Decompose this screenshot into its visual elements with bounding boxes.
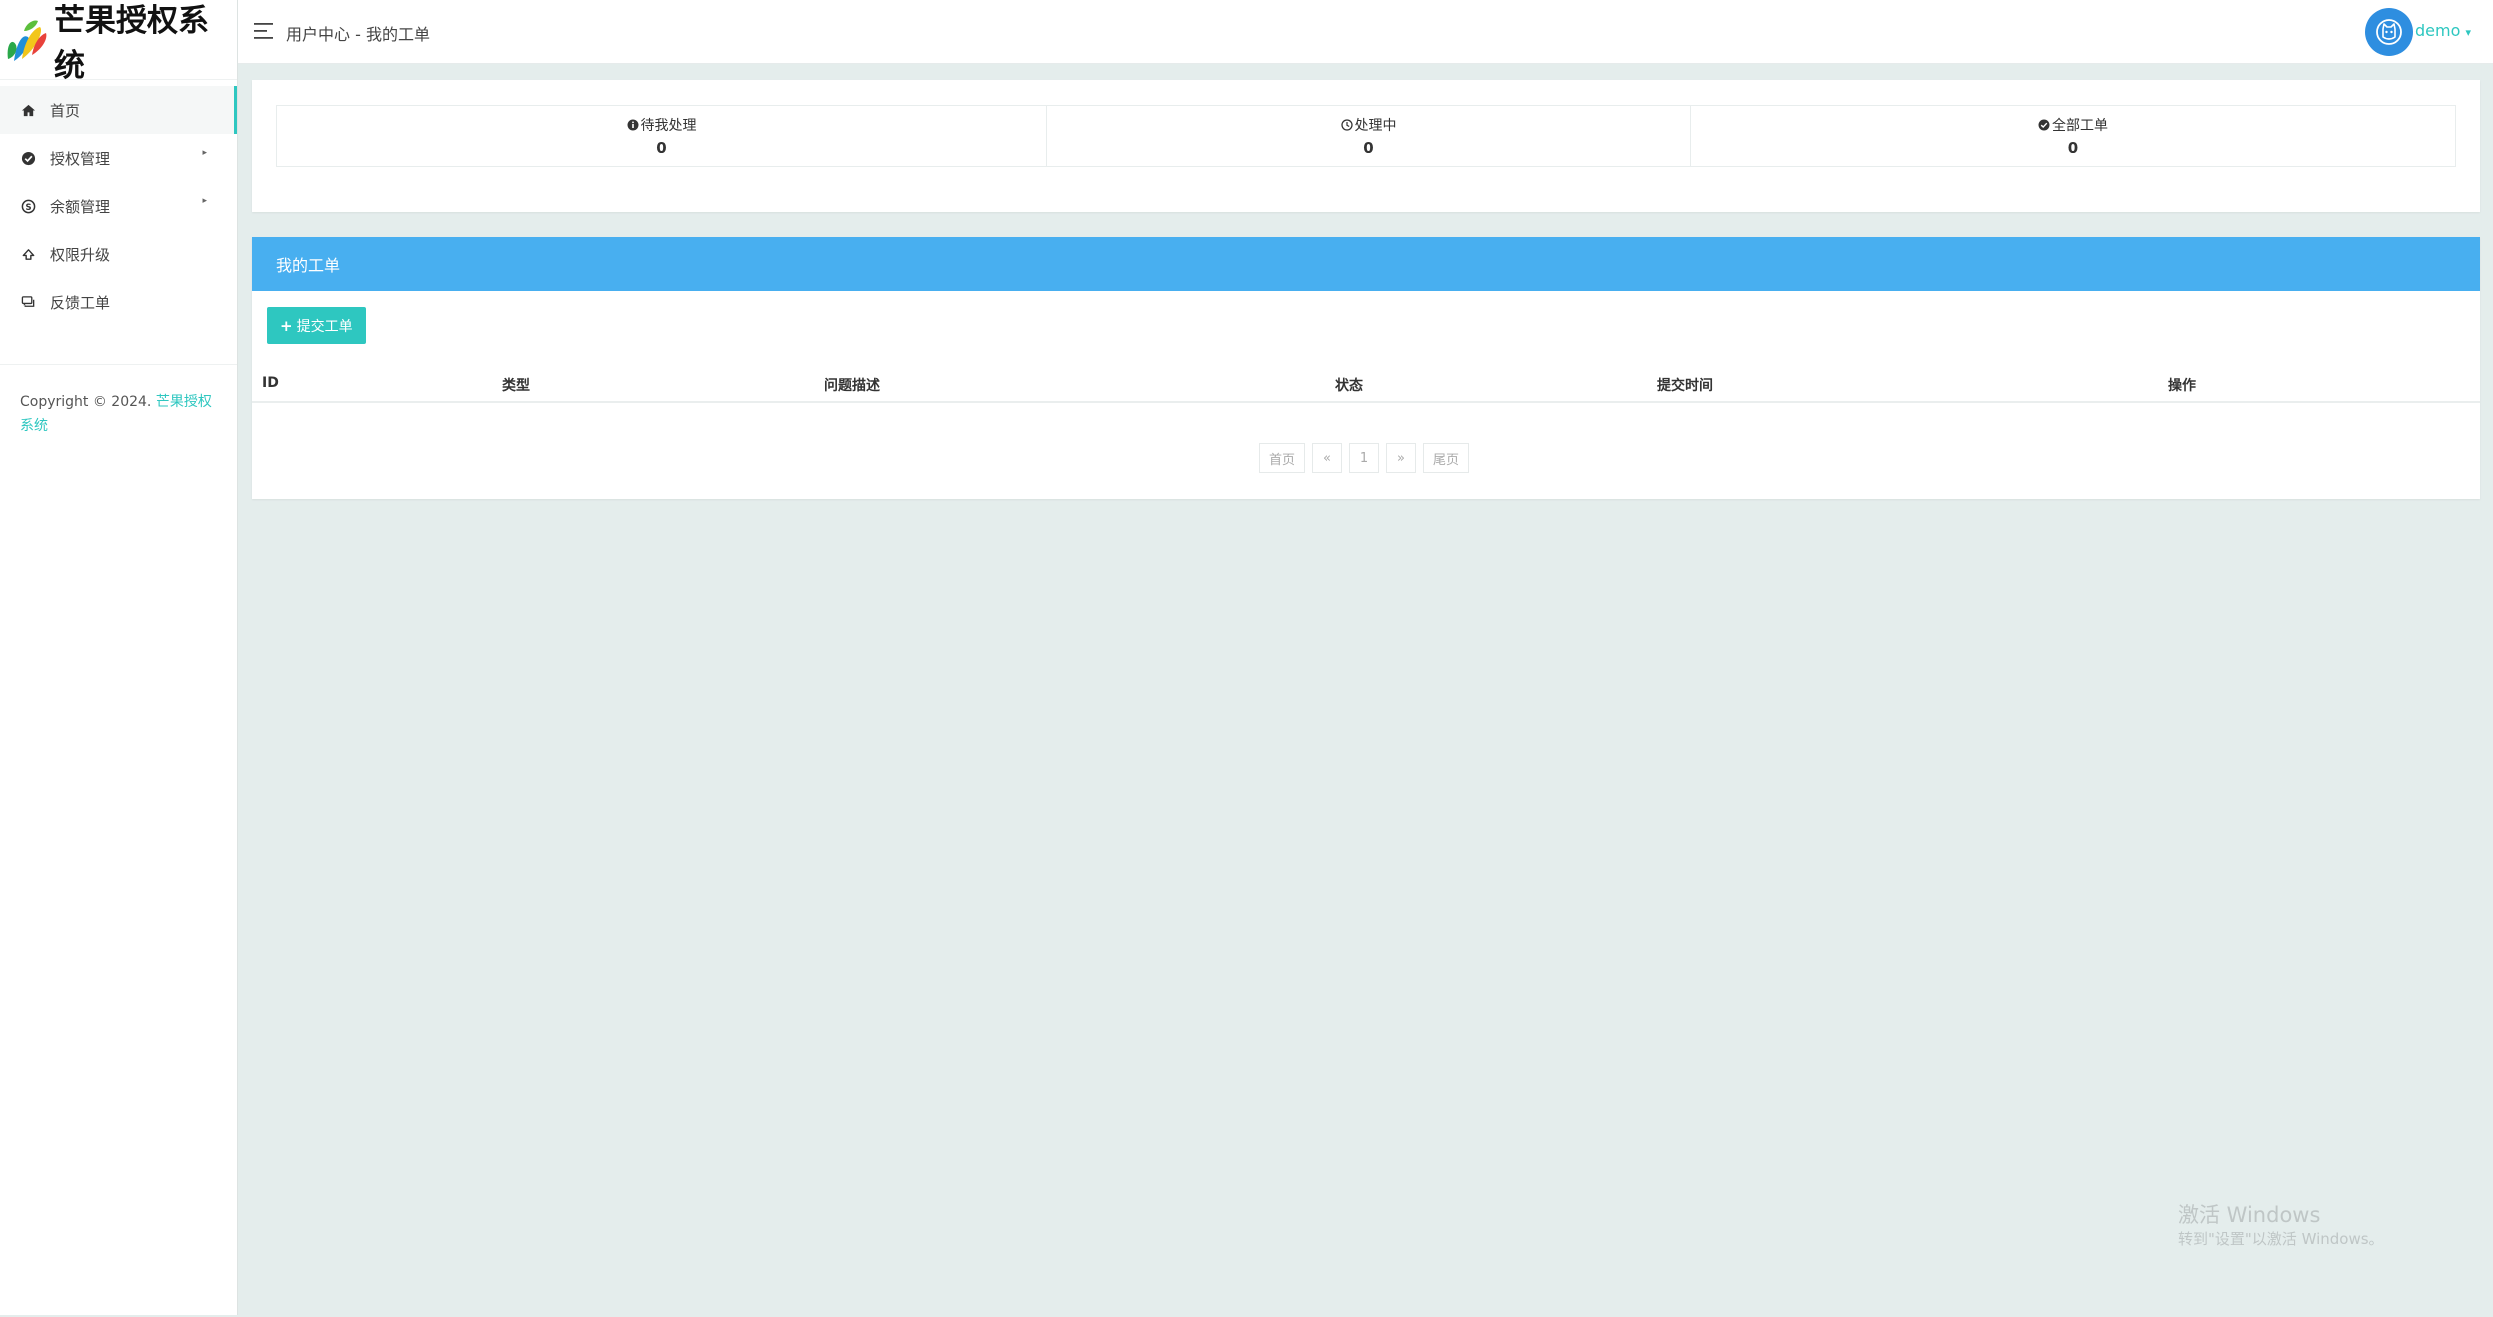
page-first-button[interactable]: 首页 [1259,443,1305,473]
sidebar-item-label: 反馈工单 [50,293,111,312]
stat-label: 处理中 [1354,118,1397,134]
chevron-right-icon: ▸ [202,196,207,206]
comments-icon [20,294,36,310]
chevron-right-icon: ▸ [202,148,207,158]
page-current-button[interactable]: 1 [1349,443,1379,473]
breadcrumb: 用户中心 - 我的工单 [286,25,430,44]
windows-watermark-subtitle: 转到"设置"以激活 Windows。 [2178,1230,2384,1248]
column-header-type[interactable]: 类型 [502,375,530,395]
stat-label: 待我处理 [640,118,697,134]
stat-value: 0 [2067,139,2079,157]
windows-watermark-title: 激活 Windows [2178,1203,2321,1227]
stat-label-wrap: 待我处理 [627,115,697,135]
arrow-up-icon [20,246,36,262]
check-circle-icon [2038,119,2050,131]
sidebar-item-label: 权限升级 [50,245,111,264]
brand-name: 芒果授权系统 [54,2,209,84]
plus-icon: + [280,316,293,335]
sidebar-item-label: 首页 [50,101,81,120]
sidebar-item-label: 余额管理 [50,197,111,216]
submit-ticket-button[interactable]: + 提交工单 [267,307,366,344]
home-icon [20,102,36,118]
sidebar-item-label: 授权管理 [50,149,111,168]
column-header-id[interactable]: ID [262,375,279,391]
panel-title: 我的工单 [252,237,2480,291]
sidebar-item-feedback[interactable]: 反馈工单 [0,278,237,326]
check-circle-icon [20,150,36,166]
cat-avatar-icon [2376,19,2402,45]
stat-pending: 待我处理 0 [277,106,1047,166]
copyright: Copyright © 2024. 芒果授权系统 [0,365,237,438]
tickets-panel: 我的工单 + 提交工单 ID 类型 问题描述 状态 提交时间 操作 首页 « 1… [252,237,2480,499]
app-root: 芒果授权系统 首页 授权管理 ▸ S 余额管理 ▸ 权限升级 反馈工单 Copy… [0,0,2493,1317]
page-prev-button[interactable]: « [1312,443,1342,473]
sidebar-item-balance[interactable]: S 余额管理 ▸ [0,182,237,230]
sidebar: 芒果授权系统 首页 授权管理 ▸ S 余额管理 ▸ 权限升级 反馈工单 Copy… [0,0,238,1315]
stat-label-wrap: 处理中 [1340,115,1397,135]
mango-logo-icon [7,19,47,61]
stat-all: 全部工单 0 [1691,106,2455,166]
submit-ticket-label: 提交工单 [296,318,353,335]
table-header: ID 类型 问题描述 状态 提交时间 操作 [252,369,2480,403]
stats-row: 待我处理 0 处理中 0 全部工单 0 [276,105,2456,167]
caret-down-icon: ▾ [2465,26,2471,39]
sidebar-item-upgrade[interactable]: 权限升级 [0,230,237,278]
stat-value: 0 [1363,139,1374,157]
column-header-status[interactable]: 状态 [1335,375,1363,395]
skype-icon: S [20,198,36,214]
column-header-description[interactable]: 问题描述 [824,375,880,395]
menu-toggle-icon[interactable] [254,22,274,40]
logo[interactable]: 芒果授权系统 [0,0,237,84]
stat-label-wrap: 全部工单 [2038,115,2108,135]
column-header-actions[interactable]: 操作 [2168,375,2196,395]
top-bar: 用户中心 - 我的工单 demo ▾ [238,0,2493,64]
stat-value: 0 [656,139,667,157]
pagination: 首页 « 1 » 尾页 [252,443,2480,473]
page-last-button[interactable]: 尾页 [1423,443,1469,473]
stat-label: 全部工单 [2052,118,2108,134]
clock-icon [1340,119,1353,131]
stat-processing: 处理中 0 [1047,106,1691,166]
sidebar-item-license[interactable]: 授权管理 ▸ [0,134,237,182]
svg-text:S: S [25,201,31,211]
info-circle-icon [627,119,638,131]
avatar[interactable] [2365,8,2413,56]
sidebar-nav: 首页 授权管理 ▸ S 余额管理 ▸ 权限升级 反馈工单 [0,80,237,326]
username-text: demo [2415,21,2461,40]
copyright-text: Copyright © 2024. [20,394,152,410]
page-next-button[interactable]: » [1386,443,1416,473]
stats-panel: 待我处理 0 处理中 0 全部工单 0 [252,80,2480,212]
column-header-submit-time[interactable]: 提交时间 [1657,375,1713,395]
sidebar-item-home[interactable]: 首页 [0,86,237,134]
user-menu[interactable]: demo ▾ [2415,21,2471,40]
